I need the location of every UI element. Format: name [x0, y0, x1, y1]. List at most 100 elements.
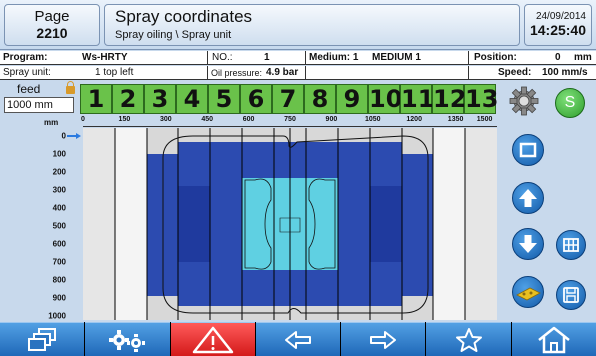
position-label: Position:: [474, 52, 517, 63]
sheet-icon: [516, 287, 541, 301]
spray-coordinates-plot[interactable]: [83, 128, 497, 320]
move-down-button[interactable]: [512, 228, 544, 260]
square-button[interactable]: [512, 134, 544, 166]
y-scale: 0 100 200 300 400 500 600 700 800 900 1000: [0, 128, 80, 321]
nozzle-2[interactable]: 2: [112, 84, 144, 114]
star-icon: [455, 327, 482, 352]
x-axis-line: [83, 126, 497, 127]
gears-icon: [109, 329, 146, 352]
y-tick-label: 900: [52, 293, 66, 303]
nozzle-5[interactable]: 5: [208, 84, 240, 114]
nozzle-7[interactable]: 7: [272, 84, 304, 114]
nozzle-8[interactable]: 8: [304, 84, 336, 114]
x-tick-label: 150: [118, 116, 131, 123]
x-tick-label: 1050: [365, 116, 381, 123]
x-tick-label: 1500: [476, 116, 493, 123]
nozzle-6[interactable]: 6: [240, 84, 272, 114]
alarm-button[interactable]: [170, 322, 255, 356]
date-display: 24/09/2014: [535, 11, 586, 22]
page-label: Page: [34, 8, 70, 25]
y-unit-label: mm: [44, 118, 59, 127]
speed-label: Speed:: [498, 67, 532, 78]
medium-value: MEDIUM 1: [372, 52, 421, 63]
y-tick-label: 300: [52, 185, 66, 195]
s-button[interactable]: S: [555, 88, 585, 118]
save-button[interactable]: [556, 280, 586, 310]
square-icon: [519, 142, 537, 158]
oil-pressure-label: Oil pressure:: [211, 68, 263, 78]
arrow-right-icon: [370, 330, 397, 349]
grid-icon: [563, 238, 579, 252]
feed-input[interactable]: 1000 mm: [4, 97, 74, 113]
x-tick-label: 450: [201, 116, 214, 123]
settings-button[interactable]: [85, 322, 170, 356]
favorites-button[interactable]: [426, 322, 511, 356]
forward-button[interactable]: [341, 322, 426, 356]
nozzle-9[interactable]: 9: [336, 84, 368, 114]
nozzle-11[interactable]: 11: [400, 84, 434, 114]
x-tick-label: 0: [81, 116, 85, 123]
y-tick-label: 800: [52, 275, 66, 285]
y-tick-label: 600: [52, 239, 66, 249]
spray-unit-value: 1 top left: [95, 67, 134, 78]
medium-label: Medium: 1: [309, 52, 359, 63]
lock-icon[interactable]: [66, 81, 75, 94]
feed-position-arrow-icon: [67, 133, 81, 139]
spray-pattern-graphic: [83, 128, 497, 320]
move-up-button[interactable]: [512, 182, 544, 214]
x-tick-label: 1350: [447, 116, 464, 123]
arrow-left-icon: [284, 330, 311, 349]
title-box: Spray coordinates Spray oiling \ Spray u…: [104, 4, 520, 46]
windows-button[interactable]: [0, 322, 85, 356]
y-tick-label: 500: [52, 221, 66, 231]
warning-icon: [192, 326, 233, 353]
nozzle-13[interactable]: 13: [464, 84, 498, 114]
x-tick-label: 600: [242, 116, 255, 123]
y-tick-label: 100: [52, 149, 66, 159]
x-scale: 0 150 300 450 600 750 900 1050 1200 1350 1500: [81, 114, 497, 128]
y-tick-label: 400: [52, 203, 66, 213]
nozzle-3[interactable]: 3: [144, 84, 176, 114]
feed-label: feed: [17, 82, 41, 96]
gear-icon[interactable]: [508, 85, 540, 117]
home-button[interactable]: [511, 322, 596, 356]
no-label: NO.:: [212, 52, 233, 63]
arrow-down-icon: [519, 235, 537, 253]
info-row-program: Program: Ws-HRTY NO.: 1 Medium: 1 MEDIUM…: [0, 51, 596, 65]
position-unit: mm: [574, 52, 592, 63]
floppy-disk-icon: [563, 287, 579, 303]
no-value: 1: [264, 52, 270, 63]
header-bar: Page 2210 Spray coordinates Spray oiling…: [0, 0, 596, 50]
home-icon: [538, 326, 570, 353]
nozzle-4[interactable]: 4: [176, 84, 208, 114]
y-tick-label: 700: [52, 257, 66, 267]
program-value: Ws-HRTY: [82, 52, 128, 63]
oil-pressure-value: 4.9 bar: [266, 67, 299, 78]
breadcrumb: Spray oiling \ Spray unit: [115, 29, 232, 41]
back-button[interactable]: [255, 322, 341, 356]
sheet-button[interactable]: [512, 276, 544, 308]
nozzle-1[interactable]: 1: [80, 84, 112, 114]
y-tick-label: 1000: [48, 311, 66, 321]
speed-value: 100 mm/s: [542, 67, 588, 78]
page-number-box: Page 2210: [4, 4, 100, 46]
info-row-spray-unit: Spray unit: 1 top left Oil pressure: 4.9…: [0, 66, 596, 80]
x-tick-label: 300: [159, 116, 172, 123]
datetime-box: 24/09/2014 14:25:40: [524, 4, 592, 46]
arrow-up-icon: [519, 189, 537, 207]
x-tick-label: 750: [284, 116, 296, 123]
x-tick-label: 900: [325, 116, 338, 123]
nozzle-10[interactable]: 10: [368, 84, 402, 114]
bottom-navigation-bar: [0, 322, 596, 356]
nozzle-strip: 1 2 3 4 5 6 7 8 9 10 11 12 13: [80, 84, 498, 114]
page-title: Spray coordinates: [115, 7, 253, 26]
x-tick-label: 1200: [406, 116, 422, 123]
nozzle-12[interactable]: 12: [432, 84, 466, 114]
position-value: 0: [555, 52, 561, 63]
time-display: 14:25:40: [529, 22, 586, 38]
page-number: 2210: [36, 25, 68, 41]
grid-button[interactable]: [556, 230, 586, 260]
spray-unit-label: Spray unit:: [3, 67, 51, 78]
program-label: Program:: [3, 52, 48, 63]
y-tick-label: 0: [61, 131, 66, 141]
